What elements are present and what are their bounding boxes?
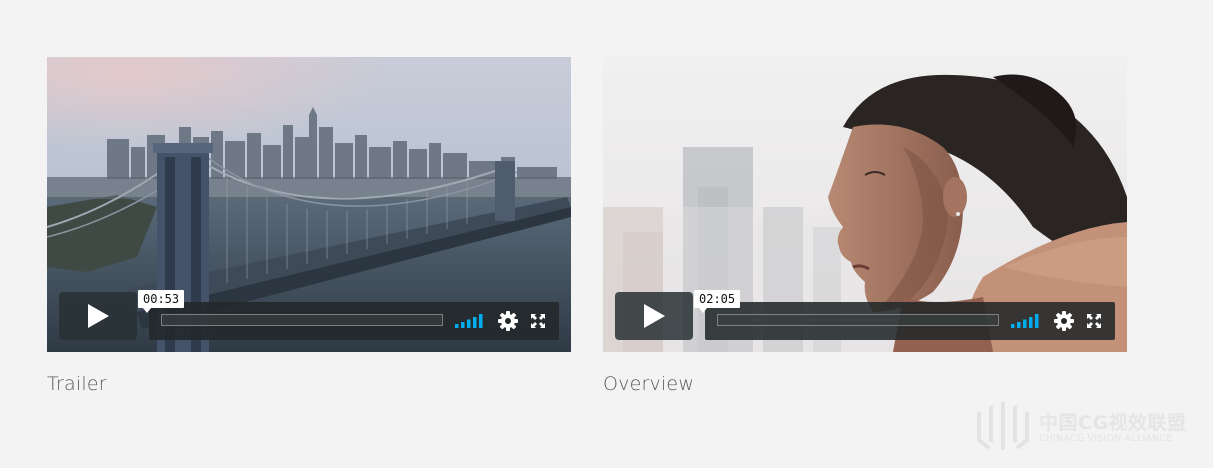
- play-icon: [88, 304, 109, 328]
- video-card-overview: 02:05 Overview: [603, 57, 1127, 395]
- time-tooltip: 02:05: [694, 290, 741, 313]
- gear-icon[interactable]: [498, 311, 518, 331]
- video-player-trailer[interactable]: 00:53: [47, 57, 571, 352]
- video-caption: Overview: [603, 373, 695, 395]
- time-tooltip: 00:53: [138, 290, 185, 313]
- fullscreen-icon[interactable]: [1087, 314, 1101, 328]
- fullscreen-icon[interactable]: [531, 314, 545, 328]
- video-caption: Trailer: [47, 373, 107, 395]
- video-control-bar: [705, 302, 1115, 340]
- play-button[interactable]: [59, 292, 137, 340]
- watermark-logo-icon: [977, 402, 1029, 450]
- watermark-subtitle: CHINACG VISION ALLIANCE: [1039, 433, 1173, 444]
- video-player-overview[interactable]: 02:05: [603, 57, 1127, 352]
- watermark-title: 中国CG视效联盟: [1039, 412, 1187, 434]
- play-button[interactable]: [615, 292, 693, 340]
- gear-icon[interactable]: [1054, 311, 1074, 331]
- video-card-trailer: 00:53 Trailer: [47, 57, 571, 395]
- play-icon: [644, 304, 665, 328]
- watermark: 中国CG视效联盟 CHINACG VISION ALLIANCE: [973, 398, 1205, 454]
- volume-bars-icon[interactable]: [455, 314, 485, 328]
- progress-bar[interactable]: [161, 314, 443, 326]
- volume-bars-icon[interactable]: [1011, 314, 1041, 328]
- progress-bar[interactable]: [717, 314, 999, 326]
- video-control-bar: [149, 302, 559, 340]
